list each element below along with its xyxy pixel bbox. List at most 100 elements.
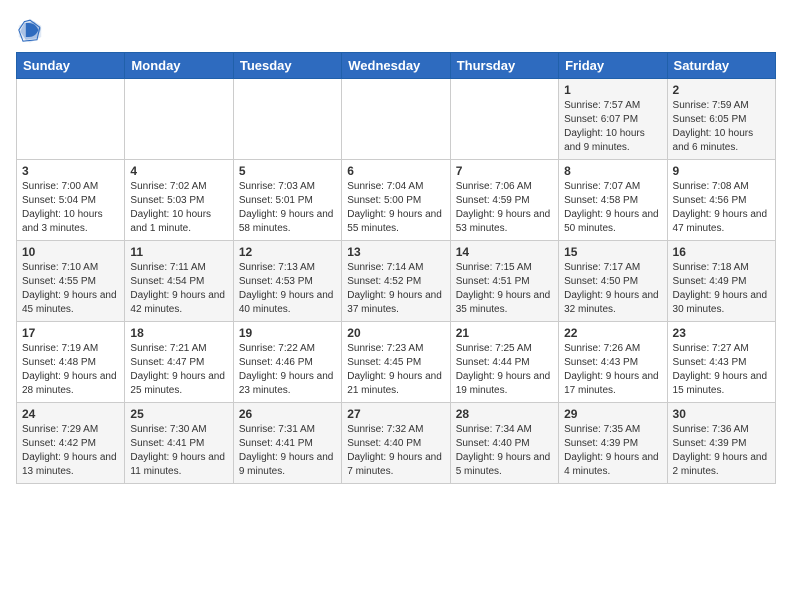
day-number: 8: [564, 164, 661, 178]
day-number: 24: [22, 407, 119, 421]
calendar-day-cell: 25Sunrise: 7:30 AM Sunset: 4:41 PM Dayli…: [125, 403, 233, 484]
day-number: 17: [22, 326, 119, 340]
day-number: 7: [456, 164, 553, 178]
day-number: 29: [564, 407, 661, 421]
calendar-day-cell: 8 Sunrise: 7:07 AM Sunset: 4:58 PM Daylig…: [559, 160, 667, 241]
calendar-day-cell: 27 Sunrise: 7:32 AM Sunset: 4:40 PM Dayli…: [342, 403, 450, 484]
day-info: Sunrise: 7:13 AM Sunset: 4:53 PM Dayligh…: [239, 261, 336, 317]
day-info: Sunrise: 7:34 AM Sunset: 4:40 PM Dayligh…: [456, 423, 553, 479]
calendar-day-header: Monday: [125, 53, 233, 79]
calendar-day-cell: 13Sunrise: 7:14 AM Sunset: 4:52 PM Dayli…: [342, 241, 450, 322]
calendar-day-cell: 19 Sunrise: 7:22 AM Sunset: 4:46 PM Dayli…: [233, 322, 341, 403]
day-number: 27: [347, 407, 444, 421]
day-number: 26: [239, 407, 336, 421]
calendar-day-cell: 3 Sunrise: 7:00 AM Sunset: 5:04 PM Daylig…: [17, 160, 125, 241]
day-number: 1: [564, 83, 661, 97]
day-info: Sunrise: 7:36 AM Sunset: 4:39 PM Dayligh…: [673, 423, 770, 479]
calendar: SundayMondayTuesdayWednesdayThursdayFrid…: [16, 52, 776, 484]
day-number: 16: [673, 245, 770, 259]
day-info: Sunrise: 7:27 AM Sunset: 4:43 PM Dayligh…: [673, 342, 770, 398]
logo-icon: [16, 16, 44, 44]
calendar-day-cell: 16 Sunrise: 7:18 AM Sunset: 4:49 PM Dayli…: [667, 241, 775, 322]
calendar-day-cell: 6 Sunrise: 7:04 AM Sunset: 5:00 PM Daylig…: [342, 160, 450, 241]
day-info: Sunrise: 7:00 AM Sunset: 5:04 PM Dayligh…: [22, 180, 119, 236]
day-number: 23: [673, 326, 770, 340]
day-info: Sunrise: 7:26 AM Sunset: 4:43 PM Dayligh…: [564, 342, 661, 398]
calendar-day-cell: [450, 79, 558, 160]
day-number: 28: [456, 407, 553, 421]
day-info: Sunrise: 7:06 AM Sunset: 4:59 PM Dayligh…: [456, 180, 553, 236]
day-number: 10: [22, 245, 119, 259]
calendar-day-cell: 12 Sunrise: 7:13 AM Sunset: 4:53 PM Dayli…: [233, 241, 341, 322]
day-info: Sunrise: 7:57 AM Sunset: 6:07 PM Dayligh…: [564, 99, 661, 155]
calendar-week-row: 10 Sunrise: 7:10 AM Sunset: 4:55 PM Dayli…: [17, 241, 776, 322]
calendar-day-cell: [125, 79, 233, 160]
calendar-day-header: Wednesday: [342, 53, 450, 79]
calendar-day-cell: 23 Sunrise: 7:27 AM Sunset: 4:43 PM Dayli…: [667, 322, 775, 403]
day-number: 6: [347, 164, 444, 178]
day-number: 4: [130, 164, 227, 178]
day-info: Sunrise: 7:03 AM Sunset: 5:01 PM Dayligh…: [239, 180, 336, 236]
calendar-day-cell: 14 Sunrise: 7:15 AM Sunset: 4:51 PM Dayli…: [450, 241, 558, 322]
day-number: 2: [673, 83, 770, 97]
calendar-day-cell: 22 Sunrise: 7:26 AM Sunset: 4:43 PM Dayli…: [559, 322, 667, 403]
calendar-day-cell: 5 Sunrise: 7:03 AM Sunset: 5:01 PM Daylig…: [233, 160, 341, 241]
calendar-day-cell: 26 Sunrise: 7:31 AM Sunset: 4:41 PM Dayli…: [233, 403, 341, 484]
calendar-day-cell: [233, 79, 341, 160]
day-info: Sunrise: 7:10 AM Sunset: 4:55 PM Dayligh…: [22, 261, 119, 317]
day-info: Sunrise: 7:15 AM Sunset: 4:51 PM Dayligh…: [456, 261, 553, 317]
day-info: Sunrise: 7:22 AM Sunset: 4:46 PM Dayligh…: [239, 342, 336, 398]
day-number: 22: [564, 326, 661, 340]
day-info: Sunrise: 7:32 AM Sunset: 4:40 PM Dayligh…: [347, 423, 444, 479]
calendar-day-cell: 10 Sunrise: 7:10 AM Sunset: 4:55 PM Dayli…: [17, 241, 125, 322]
day-info: Sunrise: 7:04 AM Sunset: 5:00 PM Dayligh…: [347, 180, 444, 236]
calendar-day-cell: 2 Sunrise: 7:59 AM Sunset: 6:05 PM Daylig…: [667, 79, 775, 160]
logo: [16, 16, 48, 44]
calendar-header-row: SundayMondayTuesdayWednesdayThursdayFrid…: [17, 53, 776, 79]
day-info: Sunrise: 7:31 AM Sunset: 4:41 PM Dayligh…: [239, 423, 336, 479]
day-number: 14: [456, 245, 553, 259]
calendar-day-header: Thursday: [450, 53, 558, 79]
day-number: 9: [673, 164, 770, 178]
day-number: 3: [22, 164, 119, 178]
day-info: Sunrise: 7:19 AM Sunset: 4:48 PM Dayligh…: [22, 342, 119, 398]
day-info: Sunrise: 7:17 AM Sunset: 4:50 PM Dayligh…: [564, 261, 661, 317]
day-info: Sunrise: 7:08 AM Sunset: 4:56 PM Dayligh…: [673, 180, 770, 236]
day-info: Sunrise: 7:11 AM Sunset: 4:54 PM Dayligh…: [130, 261, 227, 317]
calendar-day-cell: 17 Sunrise: 7:19 AM Sunset: 4:48 PM Dayli…: [17, 322, 125, 403]
header: [16, 16, 776, 44]
calendar-week-row: 17 Sunrise: 7:19 AM Sunset: 4:48 PM Dayli…: [17, 322, 776, 403]
calendar-day-cell: 7 Sunrise: 7:06 AM Sunset: 4:59 PM Daylig…: [450, 160, 558, 241]
day-info: Sunrise: 7:02 AM Sunset: 5:03 PM Dayligh…: [130, 180, 227, 236]
day-number: 19: [239, 326, 336, 340]
day-number: 13: [347, 245, 444, 259]
calendar-day-cell: [342, 79, 450, 160]
day-number: 12: [239, 245, 336, 259]
day-info: Sunrise: 7:35 AM Sunset: 4:39 PM Dayligh…: [564, 423, 661, 479]
day-info: Sunrise: 7:59 AM Sunset: 6:05 PM Dayligh…: [673, 99, 770, 155]
day-info: Sunrise: 7:21 AM Sunset: 4:47 PM Dayligh…: [130, 342, 227, 398]
calendar-week-row: 24Sunrise: 7:29 AM Sunset: 4:42 PM Dayli…: [17, 403, 776, 484]
calendar-day-cell: 21 Sunrise: 7:25 AM Sunset: 4:44 PM Dayli…: [450, 322, 558, 403]
day-info: Sunrise: 7:25 AM Sunset: 4:44 PM Dayligh…: [456, 342, 553, 398]
calendar-day-cell: 18 Sunrise: 7:21 AM Sunset: 4:47 PM Dayli…: [125, 322, 233, 403]
calendar-day-header: Saturday: [667, 53, 775, 79]
day-number: 21: [456, 326, 553, 340]
day-info: Sunrise: 7:07 AM Sunset: 4:58 PM Dayligh…: [564, 180, 661, 236]
calendar-day-cell: [17, 79, 125, 160]
calendar-day-cell: 28 Sunrise: 7:34 AM Sunset: 4:40 PM Dayli…: [450, 403, 558, 484]
day-number: 30: [673, 407, 770, 421]
calendar-day-cell: 15Sunrise: 7:17 AM Sunset: 4:50 PM Dayli…: [559, 241, 667, 322]
day-info: Sunrise: 7:18 AM Sunset: 4:49 PM Dayligh…: [673, 261, 770, 317]
calendar-day-header: Friday: [559, 53, 667, 79]
calendar-day-header: Sunday: [17, 53, 125, 79]
day-number: 11: [130, 245, 227, 259]
calendar-day-cell: 20Sunrise: 7:23 AM Sunset: 4:45 PM Dayli…: [342, 322, 450, 403]
calendar-day-header: Tuesday: [233, 53, 341, 79]
day-number: 18: [130, 326, 227, 340]
day-number: 5: [239, 164, 336, 178]
calendar-day-cell: 11 Sunrise: 7:11 AM Sunset: 4:54 PM Dayli…: [125, 241, 233, 322]
day-number: 25: [130, 407, 227, 421]
calendar-day-cell: 29 Sunrise: 7:35 AM Sunset: 4:39 PM Dayli…: [559, 403, 667, 484]
calendar-day-cell: 24Sunrise: 7:29 AM Sunset: 4:42 PM Dayli…: [17, 403, 125, 484]
